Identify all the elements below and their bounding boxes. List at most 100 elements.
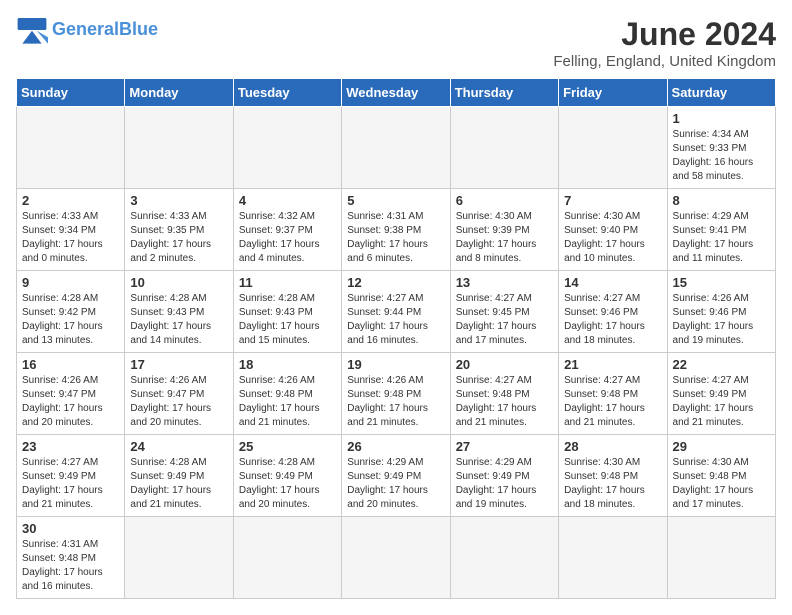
day-number: 5 [347, 193, 444, 208]
day-number: 11 [239, 275, 336, 290]
day-info: Sunrise: 4:28 AM Sunset: 9:43 PM Dayligh… [239, 292, 336, 348]
table-row: 1 Sunrise: 4:34 AM Sunset: 9:33 PM Daylig… [667, 107, 775, 189]
table-row: 6 Sunrise: 4:30 AM Sunset: 9:39 PM Daylig… [450, 189, 558, 271]
header-monday: Monday [125, 79, 233, 107]
table-row: 22Sunrise: 4:27 AM Sunset: 9:49 PM Dayli… [667, 353, 775, 435]
table-row: 30 Sunrise: 4:31 AM Sunset: 9:48 PM Dayli… [17, 517, 125, 599]
table-row: 19Sunrise: 4:26 AM Sunset: 9:48 PM Dayli… [342, 353, 450, 435]
day-number: 23 [22, 439, 119, 454]
day-info: Sunrise: 4:30 AM Sunset: 9:48 PM Dayligh… [673, 456, 770, 512]
day-info: Sunrise: 4:33 AM Sunset: 9:35 PM Dayligh… [130, 210, 227, 266]
table-row [559, 107, 667, 189]
logo-general: General [52, 19, 119, 39]
day-info: Sunrise: 4:29 AM Sunset: 9:49 PM Dayligh… [456, 456, 553, 512]
day-number: 4 [239, 193, 336, 208]
day-info: Sunrise: 4:28 AM Sunset: 9:43 PM Dayligh… [130, 292, 227, 348]
day-number: 9 [22, 275, 119, 290]
table-row: 5Sunrise: 4:31 AM Sunset: 9:38 PM Daylig… [342, 189, 450, 271]
table-row: 10 Sunrise: 4:28 AM Sunset: 9:43 PM Dayli… [125, 271, 233, 353]
day-info: Sunrise: 4:26 AM Sunset: 9:48 PM Dayligh… [239, 374, 336, 430]
table-row: 2Sunrise: 4:33 AM Sunset: 9:34 PM Daylig… [17, 189, 125, 271]
table-row [125, 517, 233, 599]
table-row: 8Sunrise: 4:29 AM Sunset: 9:41 PM Daylig… [667, 189, 775, 271]
table-row: 4 Sunrise: 4:32 AM Sunset: 9:37 PM Daylig… [233, 189, 341, 271]
table-row: 11 Sunrise: 4:28 AM Sunset: 9:43 PM Dayli… [233, 271, 341, 353]
day-number: 26 [347, 439, 444, 454]
day-number: 30 [22, 521, 119, 536]
header-row: Sunday Monday Tuesday Wednesday Thursday… [17, 79, 776, 107]
table-row [342, 107, 450, 189]
table-row: 24Sunrise: 4:28 AM Sunset: 9:49 PM Dayli… [125, 435, 233, 517]
table-row [125, 107, 233, 189]
day-info: Sunrise: 4:28 AM Sunset: 9:49 PM Dayligh… [239, 456, 336, 512]
table-row: 14Sunrise: 4:27 AM Sunset: 9:46 PM Dayli… [559, 271, 667, 353]
table-row: 18 Sunrise: 4:26 AM Sunset: 9:48 PM Dayli… [233, 353, 341, 435]
day-number: 29 [673, 439, 770, 454]
day-number: 18 [239, 357, 336, 372]
table-row: 13Sunrise: 4:27 AM Sunset: 9:45 PM Dayli… [450, 271, 558, 353]
table-row: 3Sunrise: 4:33 AM Sunset: 9:35 PM Daylig… [125, 189, 233, 271]
day-number: 7 [564, 193, 661, 208]
table-row: 20Sunrise: 4:27 AM Sunset: 9:48 PM Dayli… [450, 353, 558, 435]
table-row: 17 Sunrise: 4:26 AM Sunset: 9:47 PM Dayli… [125, 353, 233, 435]
table-row: 21Sunrise: 4:27 AM Sunset: 9:48 PM Dayli… [559, 353, 667, 435]
day-info: Sunrise: 4:29 AM Sunset: 9:49 PM Dayligh… [347, 456, 444, 512]
day-number: 20 [456, 357, 553, 372]
table-row [233, 107, 341, 189]
day-info: Sunrise: 4:27 AM Sunset: 9:44 PM Dayligh… [347, 292, 444, 348]
header-sunday: Sunday [17, 79, 125, 107]
day-info: Sunrise: 4:27 AM Sunset: 9:49 PM Dayligh… [22, 456, 119, 512]
day-number: 21 [564, 357, 661, 372]
day-info: Sunrise: 4:30 AM Sunset: 9:48 PM Dayligh… [564, 456, 661, 512]
day-info: Sunrise: 4:30 AM Sunset: 9:39 PM Dayligh… [456, 210, 553, 266]
day-info: Sunrise: 4:30 AM Sunset: 9:40 PM Dayligh… [564, 210, 661, 266]
table-row: 23 Sunrise: 4:27 AM Sunset: 9:49 PM Dayli… [17, 435, 125, 517]
table-row: 29 Sunrise: 4:30 AM Sunset: 9:48 PM Dayli… [667, 435, 775, 517]
table-row [342, 517, 450, 599]
header-thursday: Thursday [450, 79, 558, 107]
table-row: 15 Sunrise: 4:26 AM Sunset: 9:46 PM Dayli… [667, 271, 775, 353]
day-info: Sunrise: 4:26 AM Sunset: 9:47 PM Dayligh… [22, 374, 119, 430]
day-info: Sunrise: 4:26 AM Sunset: 9:47 PM Dayligh… [130, 374, 227, 430]
table-row [450, 107, 558, 189]
page-header: GeneralBlue June 2024 Felling, England, … [16, 16, 776, 70]
day-info: Sunrise: 4:34 AM Sunset: 9:33 PM Dayligh… [673, 128, 770, 184]
day-info: Sunrise: 4:33 AM Sunset: 9:34 PM Dayligh… [22, 210, 119, 266]
table-row: 9 Sunrise: 4:28 AM Sunset: 9:42 PM Daylig… [17, 271, 125, 353]
location-title: Felling, England, United Kingdom [553, 53, 776, 70]
day-info: Sunrise: 4:27 AM Sunset: 9:49 PM Dayligh… [673, 374, 770, 430]
day-number: 6 [456, 193, 553, 208]
day-number: 1 [673, 111, 770, 126]
header-tuesday: Tuesday [233, 79, 341, 107]
day-info: Sunrise: 4:26 AM Sunset: 9:46 PM Dayligh… [673, 292, 770, 348]
logo-blue: Blue [119, 19, 158, 39]
day-number: 17 [130, 357, 227, 372]
day-info: Sunrise: 4:28 AM Sunset: 9:42 PM Dayligh… [22, 292, 119, 348]
month-title: June 2024 [553, 16, 776, 53]
calendar-table: Sunday Monday Tuesday Wednesday Thursday… [16, 78, 776, 599]
day-info: Sunrise: 4:31 AM Sunset: 9:48 PM Dayligh… [22, 538, 119, 594]
day-number: 12 [347, 275, 444, 290]
day-info: Sunrise: 4:28 AM Sunset: 9:49 PM Dayligh… [130, 456, 227, 512]
day-number: 19 [347, 357, 444, 372]
day-number: 10 [130, 275, 227, 290]
day-number: 15 [673, 275, 770, 290]
table-row: 28 Sunrise: 4:30 AM Sunset: 9:48 PM Dayli… [559, 435, 667, 517]
day-number: 28 [564, 439, 661, 454]
table-row: 7 Sunrise: 4:30 AM Sunset: 9:40 PM Daylig… [559, 189, 667, 271]
table-row [17, 107, 125, 189]
logo: GeneralBlue [16, 16, 158, 44]
day-number: 14 [564, 275, 661, 290]
day-info: Sunrise: 4:32 AM Sunset: 9:37 PM Dayligh… [239, 210, 336, 266]
day-number: 8 [673, 193, 770, 208]
day-number: 27 [456, 439, 553, 454]
table-row [233, 517, 341, 599]
header-wednesday: Wednesday [342, 79, 450, 107]
day-info: Sunrise: 4:27 AM Sunset: 9:45 PM Dayligh… [456, 292, 553, 348]
table-row [450, 517, 558, 599]
table-row: 16Sunrise: 4:26 AM Sunset: 9:47 PM Dayli… [17, 353, 125, 435]
table-row [559, 517, 667, 599]
table-row: 26 Sunrise: 4:29 AM Sunset: 9:49 PM Dayli… [342, 435, 450, 517]
header-saturday: Saturday [667, 79, 775, 107]
header-friday: Friday [559, 79, 667, 107]
